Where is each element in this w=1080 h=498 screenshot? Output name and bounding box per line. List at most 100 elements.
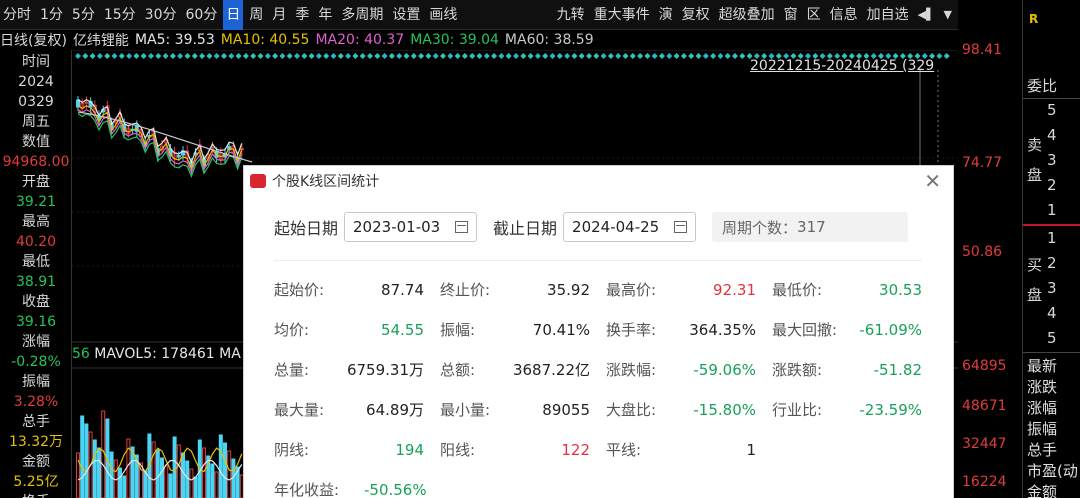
end-date-picker[interactable]: 2024-04-25 [563, 212, 697, 242]
start-date-picker[interactable]: 2023-01-03 [344, 212, 478, 242]
event-marker-icon[interactable] [345, 53, 352, 59]
event-marker-icon[interactable] [440, 53, 446, 59]
period-tab[interactable]: 分时 [0, 0, 34, 30]
event-marker-icon[interactable] [294, 53, 300, 59]
event-marker-icon[interactable] [148, 53, 154, 59]
event-marker-icon[interactable] [680, 53, 687, 59]
event-marker-icon[interactable] [527, 53, 534, 59]
event-marker-icon[interactable] [593, 53, 600, 59]
event-marker-icon[interactable] [323, 53, 330, 59]
event-marker-icon[interactable] [177, 53, 184, 59]
event-marker-icon[interactable] [140, 53, 147, 59]
event-marker-icon[interactable] [622, 53, 629, 59]
event-marker-icon[interactable] [410, 53, 417, 59]
event-marker-icon[interactable] [469, 53, 476, 59]
event-marker-icon[interactable] [578, 53, 585, 59]
event-marker-icon[interactable] [549, 53, 556, 59]
event-marker-icon[interactable] [447, 53, 454, 59]
selected-range-label[interactable]: 20221215-20240425 (329 [750, 58, 934, 74]
period-tab[interactable]: 周 [246, 0, 266, 30]
event-marker-icon[interactable] [396, 53, 403, 59]
event-marker-icon[interactable] [710, 53, 717, 59]
event-marker-icon[interactable] [556, 53, 563, 59]
period-tab[interactable]: 画线 [426, 0, 460, 30]
event-marker-icon[interactable] [337, 53, 344, 59]
event-marker-icon[interactable] [133, 53, 140, 59]
event-marker-icon[interactable] [476, 53, 483, 59]
event-marker-icon[interactable] [250, 53, 257, 59]
event-marker-icon[interactable] [381, 53, 388, 59]
period-tab[interactable]: 设置 [389, 0, 423, 30]
event-marker-icon[interactable] [403, 53, 410, 59]
close-icon[interactable]: ✕ [924, 169, 941, 193]
event-marker-icon[interactable] [607, 53, 614, 59]
period-tab[interactable]: 5分 [69, 0, 98, 30]
event-marker-icon[interactable] [191, 53, 198, 59]
event-marker-icon[interactable] [206, 53, 213, 59]
event-marker-icon[interactable] [651, 53, 658, 59]
event-marker-icon[interactable] [534, 53, 541, 59]
toolbar-tool-button[interactable]: 复权 [679, 0, 713, 30]
event-marker-icon[interactable] [666, 53, 673, 59]
event-marker-icon[interactable] [330, 53, 337, 59]
toolbar-tool-button[interactable]: 信息 [827, 0, 861, 30]
dialog-title-bar[interactable]: 个股K线区间统计 [244, 166, 953, 196]
event-marker-icon[interactable] [629, 53, 636, 59]
period-tab[interactable]: 15分 [101, 0, 139, 30]
event-marker-icon[interactable] [199, 53, 206, 59]
event-marker-icon[interactable] [425, 53, 432, 59]
event-marker-icon[interactable] [126, 53, 133, 59]
event-marker-icon[interactable] [586, 53, 592, 59]
event-marker-icon[interactable] [491, 53, 498, 59]
event-marker-icon[interactable] [644, 53, 651, 59]
toolbar-tool-button[interactable]: 窗 [781, 0, 801, 30]
event-marker-icon[interactable] [359, 53, 366, 59]
period-tab[interactable]: 60分 [183, 0, 221, 30]
event-marker-icon[interactable] [739, 53, 746, 59]
event-marker-icon[interactable] [520, 53, 527, 59]
period-tab[interactable]: 日 [223, 0, 244, 30]
event-marker-icon[interactable] [732, 53, 738, 59]
event-marker-icon[interactable] [673, 53, 680, 59]
event-marker-icon[interactable] [564, 53, 571, 59]
calendar-icon[interactable] [455, 221, 469, 233]
event-marker-icon[interactable] [301, 53, 308, 59]
event-marker-icon[interactable] [272, 53, 279, 59]
toolbar-tool-button[interactable]: 加自选 [864, 0, 912, 30]
event-marker-icon[interactable] [213, 53, 220, 59]
event-marker-icon[interactable] [221, 53, 227, 59]
event-marker-icon[interactable] [82, 53, 89, 59]
chevron-down-icon[interactable]: ▼ [941, 0, 955, 30]
event-marker-icon[interactable] [308, 53, 315, 59]
chart-mode-label[interactable]: 日线(复权) [0, 30, 67, 50]
speaker-icon[interactable]: ◀▌ [915, 0, 938, 30]
event-marker-icon[interactable] [505, 53, 512, 59]
event-marker-icon[interactable] [104, 53, 111, 59]
event-marker-icon[interactable] [659, 53, 665, 59]
event-marker-icon[interactable] [695, 53, 702, 59]
event-marker-icon[interactable] [184, 53, 191, 59]
event-marker-icon[interactable] [264, 53, 271, 59]
event-marker-icon[interactable] [542, 53, 549, 59]
event-marker-icon[interactable] [724, 53, 731, 59]
event-marker-icon[interactable] [688, 53, 695, 59]
event-marker-icon[interactable] [96, 53, 103, 59]
toolbar-tool-button[interactable]: 九转 [554, 0, 588, 30]
toolbar-tool-button[interactable]: 重大事件 [591, 0, 653, 30]
period-tab[interactable]: 季 [292, 0, 312, 30]
period-tab[interactable]: 月 [269, 0, 289, 30]
event-marker-icon[interactable] [432, 53, 439, 59]
event-marker-icon[interactable] [257, 53, 264, 59]
event-marker-icon[interactable] [461, 53, 468, 59]
event-marker-icon[interactable] [228, 53, 235, 59]
event-marker-icon[interactable] [637, 53, 644, 59]
calendar-icon[interactable] [674, 221, 688, 233]
event-marker-icon[interactable] [279, 53, 286, 59]
event-marker-icon[interactable] [498, 53, 505, 59]
event-marker-icon[interactable] [943, 53, 950, 59]
event-marker-icon[interactable] [388, 53, 395, 59]
event-marker-icon[interactable] [242, 53, 249, 59]
event-marker-icon[interactable] [571, 53, 578, 59]
event-marker-icon[interactable] [454, 53, 461, 59]
event-marker-icon[interactable] [118, 53, 125, 59]
